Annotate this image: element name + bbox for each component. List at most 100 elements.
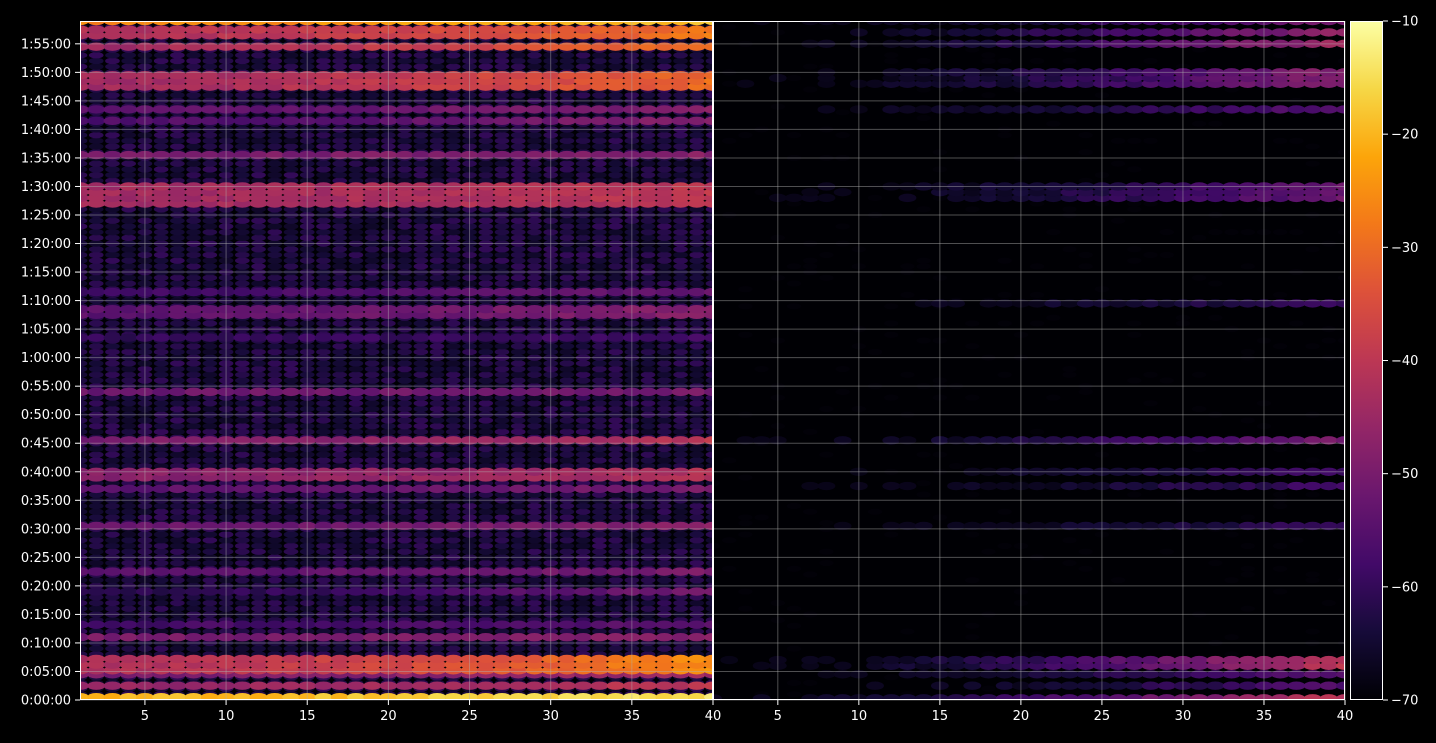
heat-cell [510, 263, 526, 270]
heat-cell [105, 131, 120, 139]
heat-cell [202, 251, 218, 259]
heat-cell [364, 263, 380, 270]
heat-cell [478, 274, 494, 281]
heat-cell [687, 681, 706, 690]
heat-cell [283, 263, 299, 270]
heat-cell [332, 57, 347, 65]
heat-cell [592, 217, 607, 224]
heat-cell [170, 160, 185, 167]
heat-cell [592, 645, 607, 652]
heat-cell [332, 422, 347, 430]
heat-cell [673, 451, 688, 458]
heat-cell [608, 451, 623, 458]
heat-cell [202, 377, 218, 384]
heat-cell [251, 234, 266, 242]
heat-cell [283, 91, 299, 99]
heat-cell [478, 251, 494, 259]
heat-cell [364, 348, 380, 356]
heat-cell [478, 52, 494, 59]
heat-cell [251, 576, 266, 584]
heat-cell [251, 360, 266, 367]
heat-cell [397, 502, 412, 510]
heat-cell [575, 263, 591, 270]
heat-cell [608, 365, 623, 373]
heat-cell [608, 251, 623, 259]
heat-cell [348, 57, 364, 65]
heat-cell [413, 451, 429, 458]
heat-cell [121, 274, 136, 281]
heat-cell [88, 160, 104, 167]
heat-cell [88, 371, 104, 378]
heat-cell [283, 377, 299, 384]
heat-cell [283, 280, 299, 287]
heat-cell [640, 52, 656, 59]
heat-cell [186, 228, 201, 236]
heat-cell [608, 599, 623, 607]
heat-cell [397, 166, 412, 173]
heat-cell [640, 274, 656, 281]
heat-cell [202, 257, 218, 264]
heat-cell [251, 263, 266, 270]
heat-cell [364, 343, 380, 350]
heat-cell [332, 63, 347, 70]
heat-cell [657, 371, 672, 378]
heat-cell [348, 405, 364, 413]
heat-cell [689, 645, 705, 652]
heat-cell [283, 542, 299, 550]
heat-cell [395, 681, 414, 690]
heat-cell [446, 143, 461, 150]
heat-cell [640, 263, 656, 270]
heat-cell [478, 57, 494, 65]
heat-cell [170, 343, 185, 350]
heat-cell [105, 365, 120, 373]
heat-cell [575, 280, 591, 287]
heat-cell [510, 377, 526, 384]
heat-cell [527, 91, 542, 99]
heat-cell [397, 280, 412, 287]
heat-cell [510, 257, 526, 264]
heat-cell [170, 246, 185, 253]
heat-cell [429, 405, 445, 413]
heat-cell [559, 605, 575, 612]
heat-cell [689, 166, 705, 173]
heat-cell [283, 548, 299, 555]
heat-cell [348, 457, 364, 464]
heat-cell [559, 360, 575, 367]
heat-cell [88, 257, 104, 264]
heat-cell [397, 246, 412, 253]
heat-cell [592, 63, 607, 70]
heat-cell [88, 223, 104, 230]
heat-cell [397, 422, 412, 430]
heat-cell [673, 171, 688, 179]
heat-cell [429, 645, 445, 652]
heat-cell [527, 263, 542, 270]
heat-cell [348, 228, 364, 236]
heat-cell [332, 371, 347, 378]
heat-cell [657, 320, 672, 327]
heat-cell [121, 531, 136, 538]
heat-cell [592, 548, 607, 555]
heat-cell [397, 57, 412, 65]
heat-cell [657, 457, 672, 464]
heat-cell [267, 257, 283, 264]
heat-cell [478, 360, 494, 367]
heat-cell [121, 445, 136, 453]
heat-cell [153, 263, 169, 270]
heat-cell [316, 400, 331, 407]
heat-cell [689, 428, 705, 436]
heat-cell [251, 502, 266, 510]
heat-cell [170, 531, 185, 538]
heat-cell [559, 645, 575, 652]
heat-cell [170, 576, 185, 584]
heat-cell [527, 377, 542, 384]
heat-cell [105, 343, 120, 350]
heat-cell [348, 137, 364, 145]
heat-cell [121, 223, 136, 230]
heat-cell [673, 320, 688, 327]
heat-cell [88, 428, 104, 436]
heat-cell [121, 171, 136, 179]
heat-cell [170, 599, 185, 607]
heat-cell [592, 514, 607, 521]
heat-cell [332, 228, 347, 236]
heat-cell [186, 320, 201, 327]
